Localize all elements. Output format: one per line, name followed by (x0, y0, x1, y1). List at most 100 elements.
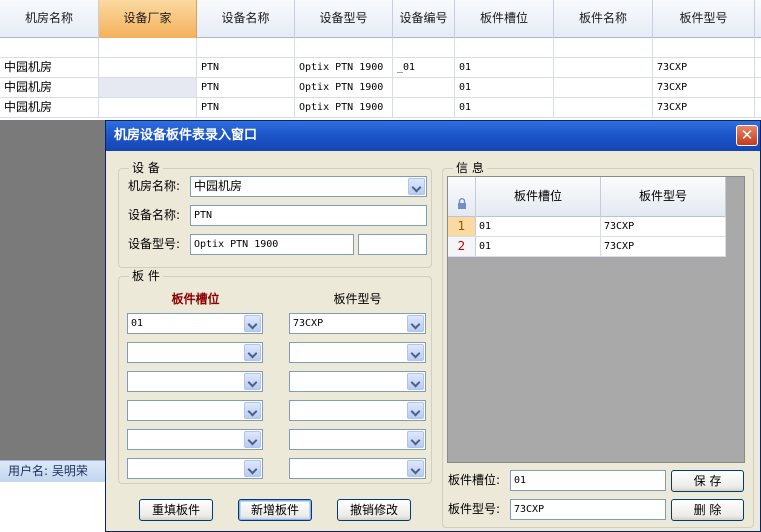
device-model-field[interactable]: Optix PTN 1900 (190, 234, 354, 255)
info-grid[interactable]: 板件槽位 板件型号 1 01 73CXP 2 01 73CXP (447, 176, 745, 463)
device-model-label: 设备型号: (128, 237, 181, 251)
info-cell-slot[interactable]: 01 (476, 237, 601, 256)
cell-device-serial[interactable] (393, 38, 455, 57)
cell-device-name[interactable]: PTN (197, 78, 295, 97)
add-board-button[interactable]: 新增板件 (238, 499, 312, 521)
type-select-5[interactable] (289, 429, 426, 450)
cell-room[interactable]: 中园机房 (0, 58, 99, 77)
cell-board-slot[interactable] (455, 38, 554, 57)
cell-board-type[interactable]: 73CXP (653, 98, 755, 117)
type-select-6[interactable] (289, 458, 426, 479)
info-slot-field[interactable]: 01 (510, 470, 666, 491)
info-col-type[interactable]: 板件型号 (601, 177, 726, 217)
slot-select-2[interactable] (127, 342, 263, 363)
chevron-down-icon[interactable] (407, 431, 424, 448)
undo-changes-button[interactable]: 撤销修改 (337, 499, 411, 521)
close-icon: ✕ (740, 126, 754, 144)
device-extra-field[interactable] (358, 234, 427, 255)
cell-board-slot[interactable]: 01 (455, 98, 554, 117)
cell-vendor[interactable] (99, 58, 197, 77)
cell-board-name[interactable] (554, 78, 653, 97)
col-header-board-name[interactable]: 板件名称 (554, 0, 653, 38)
info-cell-type[interactable]: 73CXP (601, 237, 726, 256)
col-header-room[interactable]: 机房名称 (0, 0, 99, 38)
slot-select-4[interactable] (127, 400, 263, 421)
chevron-down-icon[interactable] (407, 315, 424, 332)
chevron-down-icon[interactable] (244, 431, 261, 448)
slot-select-5[interactable] (127, 429, 263, 450)
cell-vendor[interactable] (99, 78, 197, 97)
info-type-label: 板件型号: (448, 502, 501, 516)
info-row[interactable]: 2 01 73CXP (448, 237, 726, 257)
chevron-down-icon[interactable] (407, 460, 424, 477)
table-row[interactable]: 中园机房 PTN Optix PTN 1900 01 73CXP (0, 78, 761, 98)
chevron-down-icon[interactable] (244, 373, 261, 390)
cell-device-name[interactable]: PTN (197, 58, 295, 77)
chevron-down-icon[interactable] (244, 344, 261, 361)
col-header-device-serial[interactable]: 设备编号 (393, 0, 455, 38)
row-number[interactable]: 2 (448, 237, 476, 256)
cell-board-slot[interactable]: 01 (455, 78, 554, 97)
cell-board-slot[interactable]: 01 (455, 58, 554, 77)
type-select-1[interactable]: 73CXP (289, 313, 426, 334)
cell-device-serial[interactable] (393, 98, 455, 117)
save-button[interactable]: 保 存 (671, 470, 744, 492)
grid-header: 机房名称 设备厂家 设备名称 设备型号 设备编号 板件槽位 板件名称 板件型号 (0, 0, 761, 38)
chevron-down-icon[interactable] (244, 402, 261, 419)
cell-board-type[interactable]: 73CXP (653, 78, 755, 97)
cell-room[interactable] (0, 38, 99, 57)
cell-device-name[interactable]: PTN (197, 98, 295, 117)
slot-select-value: 01 (131, 318, 144, 329)
cell-device-serial[interactable] (393, 78, 455, 97)
table-row[interactable] (0, 38, 761, 58)
dialog-titlebar[interactable]: 机房设备板件表录入窗口 ✕ (106, 121, 760, 151)
col-header-vendor[interactable]: 设备厂家 (99, 0, 197, 38)
info-cell-type[interactable]: 73CXP (601, 217, 726, 236)
cell-board-name[interactable] (554, 38, 653, 57)
slot-select-6[interactable] (127, 458, 263, 479)
chevron-down-icon[interactable] (407, 402, 424, 419)
cell-room[interactable]: 中园机房 (0, 98, 99, 117)
close-button[interactable]: ✕ (736, 125, 758, 146)
chevron-down-icon[interactable] (407, 344, 424, 361)
info-cell-slot[interactable]: 01 (476, 217, 601, 236)
slot-select-3[interactable] (127, 371, 263, 392)
col-header-device-model[interactable]: 设备型号 (295, 0, 393, 38)
col-header-board-slot[interactable]: 板件槽位 (455, 0, 554, 38)
cell-device-model[interactable]: Optix PTN 1900 (295, 78, 393, 97)
type-select-3[interactable] (289, 371, 426, 392)
cell-device-name[interactable] (197, 38, 295, 57)
cell-room[interactable]: 中园机房 (0, 78, 99, 97)
cell-vendor[interactable] (99, 38, 197, 57)
cell-device-model[interactable]: Optix PTN 1900 (295, 58, 393, 77)
table-row[interactable]: 中园机房 PTN Optix PTN 1900 _01 01 73CXP (0, 58, 761, 78)
col-header-device-name[interactable]: 设备名称 (197, 0, 295, 38)
cell-device-model[interactable]: Optix PTN 1900 (295, 98, 393, 117)
cell-device-serial[interactable]: _01 (393, 58, 455, 77)
type-select-4[interactable] (289, 400, 426, 421)
info-row[interactable]: 1 01 73CXP (448, 217, 726, 237)
row-number[interactable]: 1 (448, 217, 476, 236)
cell-board-type[interactable] (653, 38, 755, 57)
table-row[interactable]: 中园机房 PTN Optix PTN 1900 01 73CXP (0, 98, 761, 118)
type-select-2[interactable] (289, 342, 426, 363)
room-select-value: 中园机房 (194, 179, 243, 193)
cell-device-model[interactable] (295, 38, 393, 57)
room-select[interactable]: 中园机房 (190, 176, 427, 197)
info-col-slot[interactable]: 板件槽位 (476, 177, 601, 217)
grid-corner[interactable] (448, 177, 476, 217)
device-name-field[interactable]: PTN (190, 205, 427, 226)
cell-vendor[interactable] (99, 98, 197, 117)
info-type-field[interactable]: 73CXP (510, 499, 666, 520)
cell-board-type[interactable]: 73CXP (653, 58, 755, 77)
chevron-down-icon[interactable] (244, 460, 261, 477)
col-header-board-type[interactable]: 板件型号 (653, 0, 755, 38)
chevron-down-icon[interactable] (408, 178, 425, 195)
chevron-down-icon[interactable] (244, 315, 261, 332)
delete-button[interactable]: 删 除 (671, 499, 744, 521)
slot-select-1[interactable]: 01 (127, 313, 263, 334)
cell-board-name[interactable] (554, 58, 653, 77)
refill-boards-button[interactable]: 重填板件 (139, 499, 213, 521)
chevron-down-icon[interactable] (407, 373, 424, 390)
cell-board-name[interactable] (554, 98, 653, 117)
